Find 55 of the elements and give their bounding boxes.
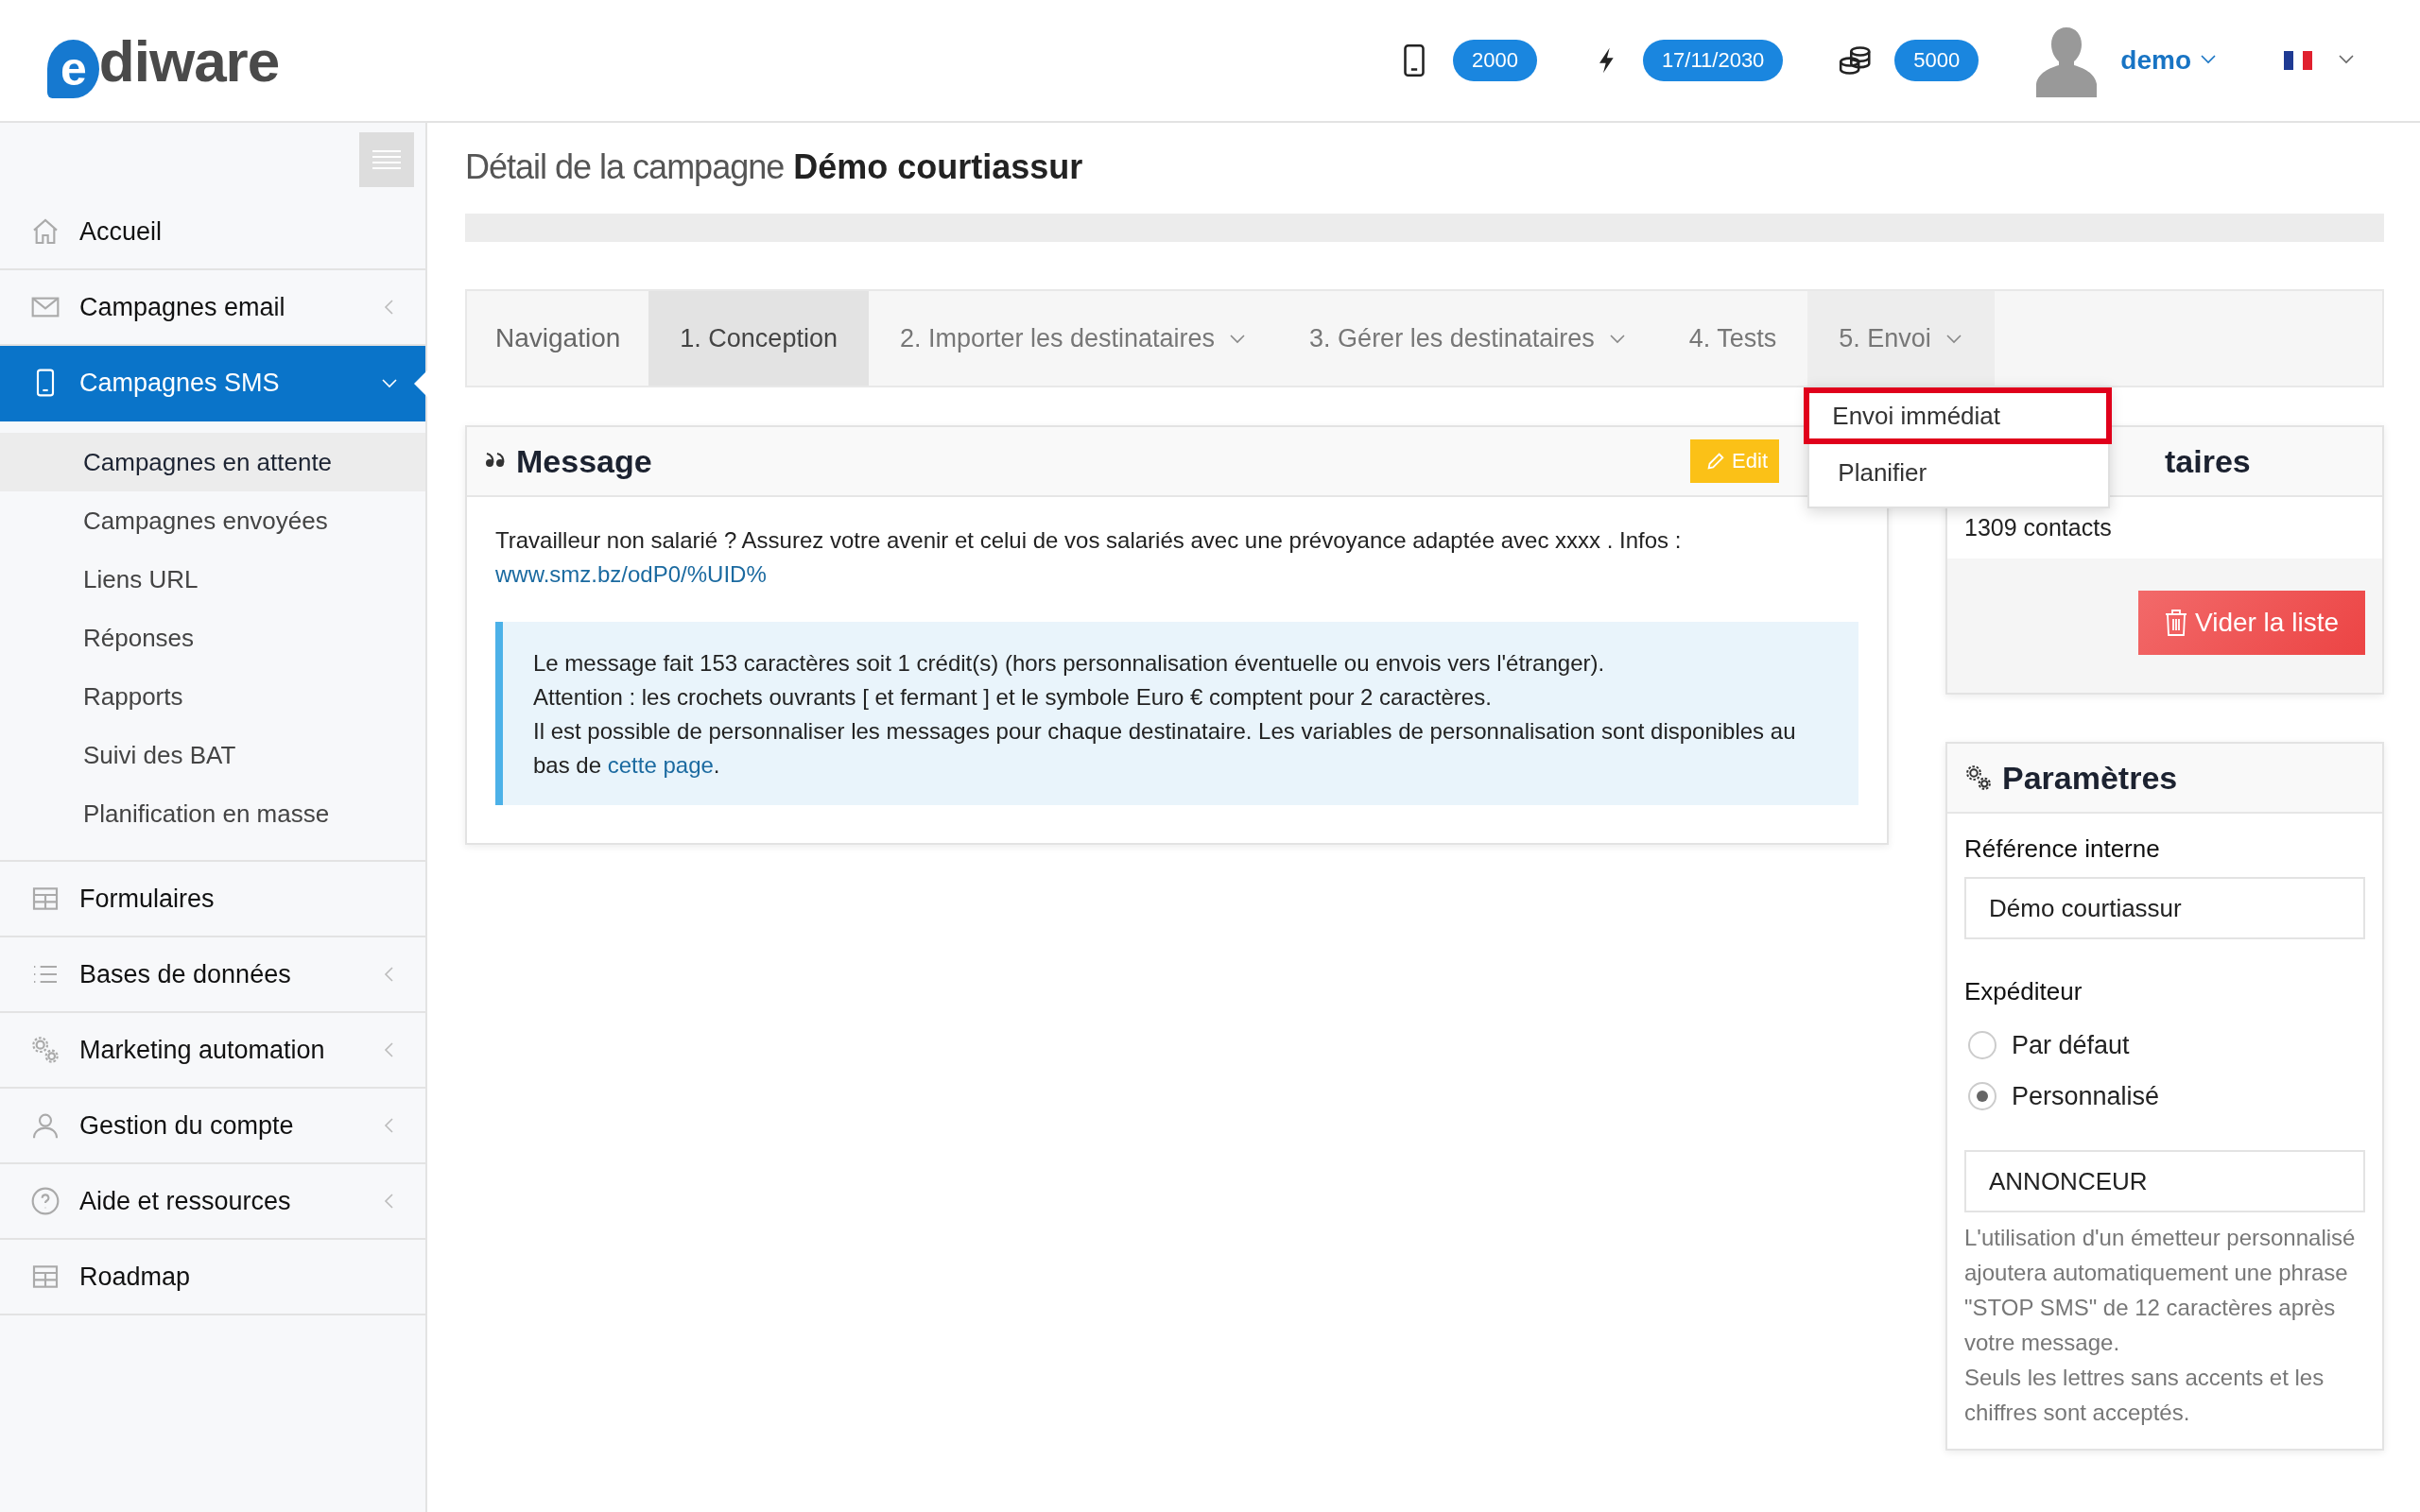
radio-button[interactable]: [1968, 1031, 1996, 1059]
counter-badge[interactable]: 2000: [1452, 40, 1537, 81]
sidebar-item[interactable]: Accueil: [0, 195, 425, 270]
card-title: Paramètres: [2002, 759, 2179, 797]
contact-count: 1309 contacts: [1947, 497, 2382, 558]
help-icon: [30, 1186, 60, 1216]
card-title: Message: [516, 442, 653, 480]
reference-input[interactable]: Démo courtiassur: [1964, 877, 2365, 939]
user-name[interactable]: demo: [2120, 45, 2191, 76]
sidebar-item[interactable]: Aide et ressources: [0, 1164, 425, 1240]
submenu-item[interactable]: Planification en masse: [0, 784, 425, 843]
french-flag-icon[interactable]: [2284, 50, 2312, 71]
sidebar-item[interactable]: Gestion du compte: [0, 1089, 425, 1164]
quote-icon: [484, 453, 507, 470]
submenu-item[interactable]: Liens URL: [0, 550, 425, 609]
info-text: Attention : les crochets ouvrants [ et fermant ] et le symbole Euro € comptent pour 2 caractères.: [533, 683, 1493, 712]
info-text: Il est possible de personnaliser les messages pour chaque destinataire. Les variables de personnalisation sont disponibles au bas de cette page.: [533, 717, 1797, 780]
step-tab[interactable]: 3. Gérer les destinataires: [1278, 291, 1658, 386]
step-tab[interactable]: 4. Tests: [1657, 291, 1808, 386]
submenu-item[interactable]: Rapports: [0, 667, 425, 726]
help-text: Seuls les lettres sans accents et les chiffres sont acceptés.: [1964, 1364, 2325, 1427]
counter-badge[interactable]: 5000: [1894, 40, 1979, 81]
step-tab[interactable]: 2. Importer les destinataires: [868, 291, 1279, 386]
counter-badge[interactable]: 17/11/2030: [1642, 40, 1784, 81]
gears-icon: [1964, 764, 1993, 792]
radio-button[interactable]: [1968, 1082, 1996, 1110]
info-text: Le message fait 153 caractères soit 1 crédit(s) (hors personnalisation éventuelle ou envois vers l'étranger).: [533, 649, 1606, 678]
submenu-item[interactable]: Campagnes envoyées: [0, 491, 425, 550]
radio-label[interactable]: Par défaut: [2012, 1030, 2130, 1060]
field-label: Expéditeur: [1964, 977, 2083, 1006]
field-label: Référence interne: [1964, 834, 2161, 864]
menu-item[interactable]: Envoi immédiat: [1804, 387, 2113, 444]
sidebar-item[interactable]: Campagnes SMS: [0, 346, 425, 421]
message-text: Travailleur non salarié ? Assurez votre avenir et celui de vos salariés avec une prévoyance adaptée avec xxxx . Infos : www.smz.bz/odP0/%UID%: [495, 526, 1683, 589]
sender-input[interactable]: ANNONCEUR: [1964, 1150, 2365, 1212]
submenu-item[interactable]: Campagnes en attente: [0, 433, 425, 491]
menu-icon: [372, 149, 401, 170]
page-title: Détail de la campagne: [465, 147, 785, 187]
submenu-item[interactable]: Réponses: [0, 609, 425, 667]
help-text: L'utilisation d'un émetteur personnalisé ajoutera automatiquement une phrase "STOP SMS" de 12 caractères après votre message.: [1964, 1224, 2357, 1357]
sidebar-item[interactable]: Bases de données: [0, 937, 425, 1013]
campaign-name: Démo courtiassur: [793, 147, 1083, 187]
navigation-label: Navigation: [494, 322, 622, 354]
menu-toggle-button[interactable]: [359, 132, 414, 187]
gears-icon: [30, 1035, 60, 1065]
sidebar-item[interactable]: Roadmap: [0, 1240, 425, 1315]
page-link[interactable]: cette page: [607, 752, 714, 778]
trash-icon: [2165, 609, 2187, 637]
card-title: taires: [2165, 442, 2252, 480]
submenu-item[interactable]: Suivi des BAT: [0, 726, 425, 784]
sidebar-item[interactable]: Marketing automation: [0, 1013, 425, 1089]
message-link[interactable]: www.smz.bz/odP0/%UID%: [495, 561, 767, 587]
radio-label[interactable]: Personnalisé: [2012, 1081, 2160, 1111]
step-tab[interactable]: 1. Conception: [648, 291, 869, 386]
sidebar-item[interactable]: Formulaires: [0, 862, 425, 937]
